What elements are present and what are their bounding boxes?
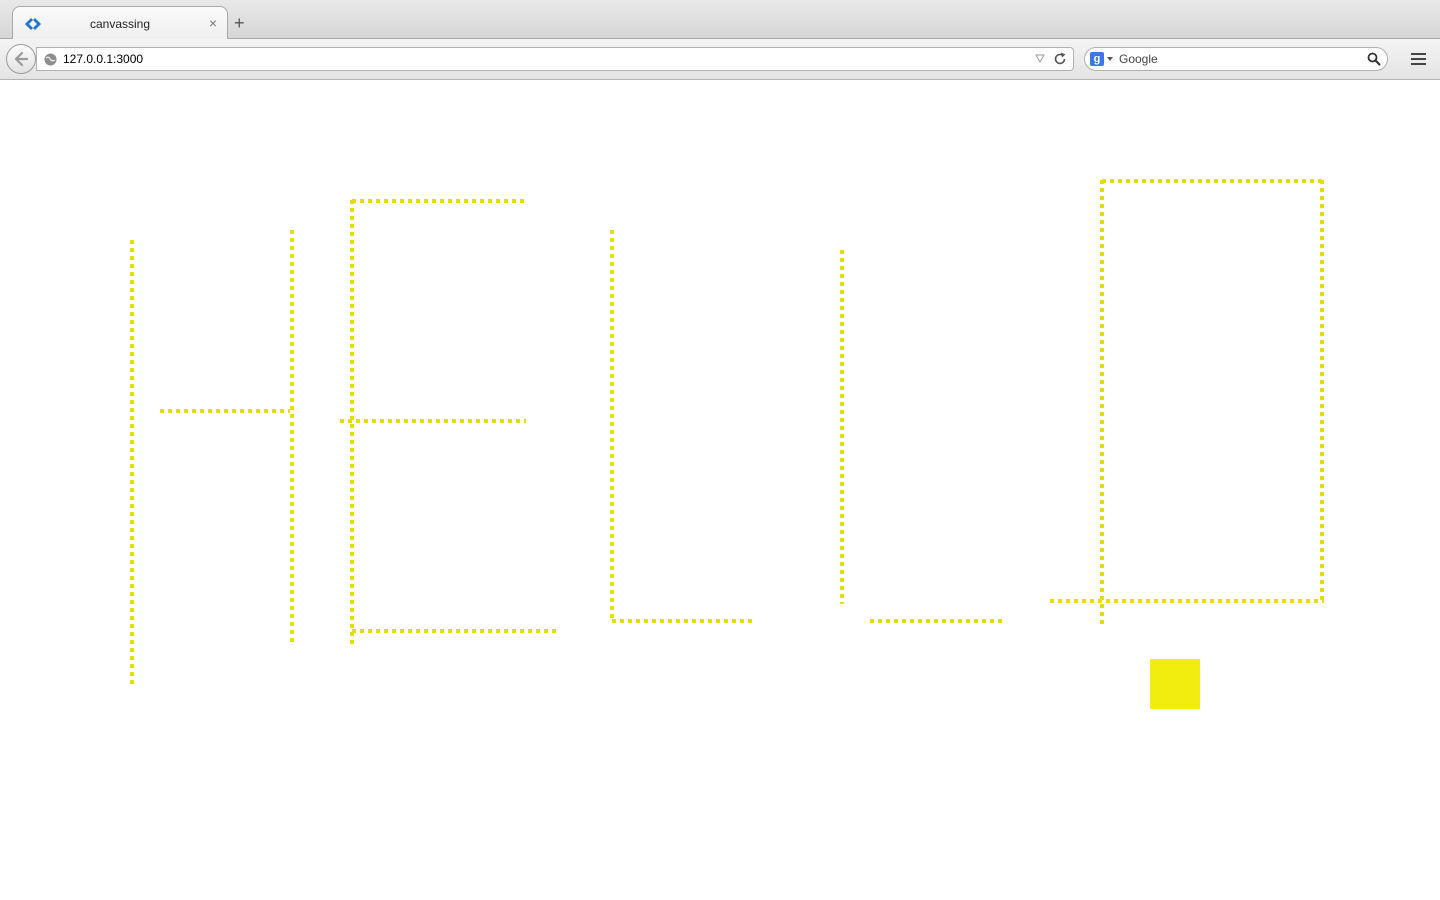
new-tab-button[interactable]: + [234,14,245,32]
url-bar[interactable]: 127.0.0.1:3000 [36,47,1074,71]
url-history-dropdown-icon[interactable] [1035,54,1045,63]
tab-title: canvassing [89,17,151,31]
reload-icon[interactable] [1053,52,1067,66]
yellow-square [1150,659,1200,709]
tab-canvassing[interactable]: canvassing × [12,6,228,39]
tab-close-icon[interactable]: × [209,15,217,31]
search-bar[interactable]: g Google [1084,47,1388,71]
menu-button[interactable] [1406,48,1430,70]
hamburger-icon [1411,53,1426,55]
engine-dropdown-icon[interactable] [1107,57,1113,61]
search-input[interactable]: Google [1119,52,1158,66]
back-button[interactable] [6,44,36,74]
hello-drawing [130,179,1324,709]
search-icon[interactable] [1367,52,1381,66]
navigation-toolbar: 127.0.0.1:3000 g Google [0,39,1440,80]
globe-icon [44,53,57,66]
google-engine-icon[interactable]: g [1090,52,1104,66]
page-canvas[interactable] [0,80,1440,900]
back-arrow-icon [14,51,29,67]
tab-strip: canvassing × + [0,0,1440,39]
url-text[interactable]: 127.0.0.1:3000 [63,52,143,66]
